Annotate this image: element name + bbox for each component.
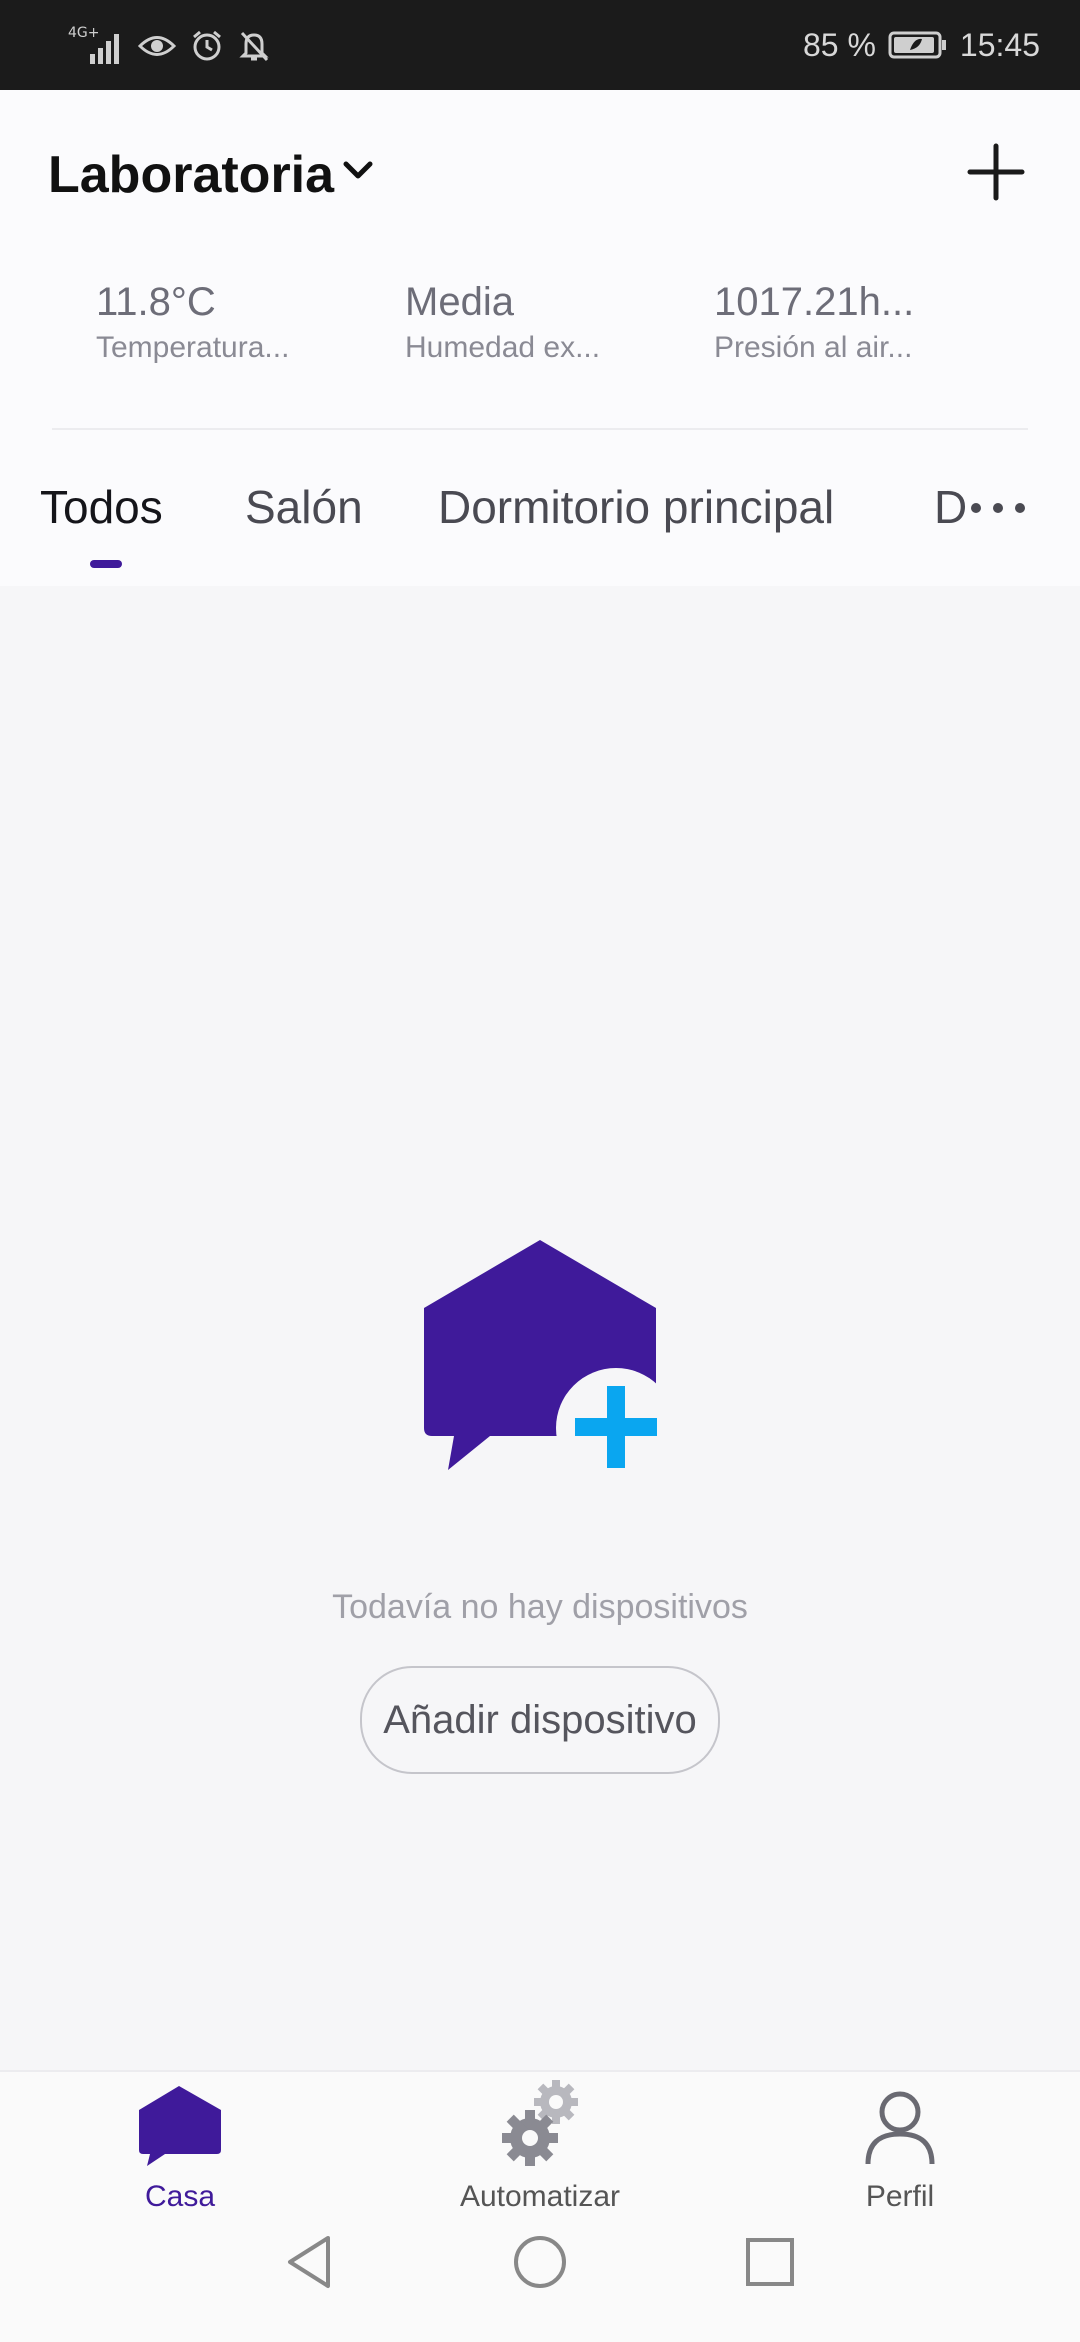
room-tabs: Todos Salón Dormitorio principal D xyxy=(0,480,1080,580)
weather-temperature: 11.8°C Temperatura... xyxy=(96,280,289,365)
nav-casa-label: Casa xyxy=(144,2180,216,2213)
temperature-label: Temperatura... xyxy=(96,331,290,364)
battery-percent: 85 % xyxy=(802,26,876,63)
pressure-label: Presión al air... xyxy=(714,331,913,364)
nav-perfil[interactable]: Perfil xyxy=(750,2072,1050,2232)
nav-casa[interactable]: Casa xyxy=(30,2072,330,2232)
chevron-down-icon[interactable] xyxy=(340,156,376,184)
weather-humidity: Media Humedad ex... xyxy=(405,280,600,365)
header-divider xyxy=(52,428,1028,430)
add-device-button[interactable]: Añadir dispositivo xyxy=(360,1666,720,1774)
home-name[interactable]: Laboratoria xyxy=(48,145,334,205)
pressure-value: 1017.21h... xyxy=(714,280,915,324)
back-icon[interactable] xyxy=(280,2232,340,2292)
gears-icon xyxy=(502,2080,578,2166)
nav-perfil-label: Perfil xyxy=(865,2180,935,2213)
tab-salon[interactable]: Salón xyxy=(245,480,363,534)
eye-icon xyxy=(138,36,176,56)
bottom-navigation: Casa Automatizar Perfil xyxy=(0,2070,1080,2342)
home-icon xyxy=(139,2086,221,2166)
add-icon[interactable] xyxy=(964,140,1028,204)
add-home-icon xyxy=(424,1240,670,1478)
tab-active-indicator xyxy=(90,560,122,568)
recents-icon[interactable] xyxy=(740,2232,800,2292)
battery-icon xyxy=(888,31,946,59)
empty-message: Todavía no hay dispositivos xyxy=(332,1588,748,1626)
nav-automatizar[interactable]: Automatizar xyxy=(390,2072,690,2232)
status-bar: 4G+ 85 % 15:45 xyxy=(0,0,1080,90)
clock: 15:45 xyxy=(959,26,1040,63)
tab-partial[interactable]: D xyxy=(934,480,967,534)
weather-pressure: 1017.21h... Presión al air... xyxy=(714,280,914,365)
person-icon xyxy=(865,2091,935,2165)
more-tabs-icon[interactable] xyxy=(968,498,1028,518)
mute-bell-icon xyxy=(239,31,269,62)
home-circle-icon[interactable] xyxy=(510,2232,570,2292)
tab-dormitorio-principal[interactable]: Dormitorio principal xyxy=(438,480,834,534)
nav-automatizar-label: Automatizar xyxy=(459,2180,621,2213)
humidity-value: Media xyxy=(405,280,514,324)
signal-icon: 4G+ xyxy=(68,26,124,66)
humidity-label: Humedad ex... xyxy=(405,331,601,364)
temperature-value: 11.8°C xyxy=(96,280,216,324)
alarm-icon xyxy=(193,30,221,61)
tab-todos[interactable]: Todos xyxy=(40,480,163,534)
